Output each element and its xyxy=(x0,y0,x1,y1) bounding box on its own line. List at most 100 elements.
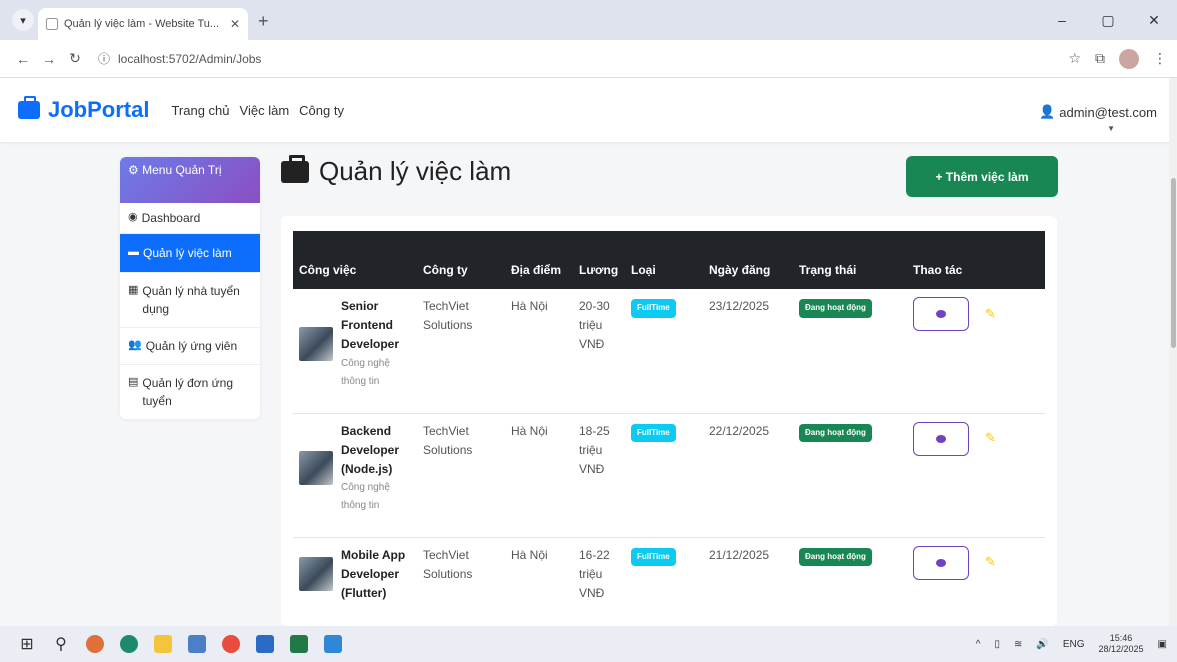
table-row: Backend Developer (Node.js) Công nghệ thô… xyxy=(293,413,1045,537)
table-row: Senior Frontend Developer Công nghệ thông… xyxy=(293,289,1045,413)
battery-icon[interactable]: ▯ xyxy=(994,639,1000,650)
job-location: Hà Nội xyxy=(511,299,548,313)
col-salary: Lương xyxy=(579,263,619,277)
network-icon[interactable]: ≋ xyxy=(1014,639,1022,650)
sidebar-item-label: Quản lý việc làm xyxy=(143,246,232,260)
new-tab-icon[interactable]: + xyxy=(258,11,269,32)
bookmark-star-icon[interactable]: ☆ xyxy=(1068,50,1081,67)
excel-icon[interactable] xyxy=(282,626,316,662)
user-email: admin@test.com xyxy=(1059,104,1157,120)
eye-icon xyxy=(936,558,946,567)
sidebar-item-applications[interactable]: ▤ Quản lý đơn ứng tuyển xyxy=(120,365,260,419)
site-info-icon[interactable]: ⓘ xyxy=(98,50,110,67)
notification-icon[interactable]: ▣ xyxy=(1158,639,1167,650)
page-title: Quản lý việc làm xyxy=(281,154,512,187)
main-nav: Trang chủ Việc làm Công ty xyxy=(171,103,344,118)
col-location: Địa điểm xyxy=(511,263,562,277)
tachometer-icon: ◉ xyxy=(128,211,138,223)
windows-start-icon[interactable]: ⊞ xyxy=(10,626,44,662)
job-type-badge: FullTime xyxy=(631,547,676,567)
extensions-icon[interactable]: ⧉ xyxy=(1095,50,1105,67)
sidebar-item-label: Quản lý nhà tuyển dụng xyxy=(142,284,240,316)
volume-icon[interactable]: 🔊 xyxy=(1036,639,1048,650)
url-field[interactable]: ⓘ localhost:5702/Admin/Jobs xyxy=(98,45,1068,73)
photos-icon[interactable] xyxy=(180,626,214,662)
close-window-icon[interactable]: ✕ xyxy=(1131,0,1177,40)
clock-time: 15:46 xyxy=(1109,633,1133,644)
view-button[interactable] xyxy=(913,545,969,580)
users-icon: 👥 xyxy=(128,339,142,351)
page-title-text: Quản lý việc làm xyxy=(319,156,512,186)
job-date: 22/12/2025 xyxy=(709,423,770,438)
file-icon: ▤ xyxy=(128,376,139,388)
back-icon[interactable]: ← xyxy=(10,51,36,67)
chevron-up-icon[interactable]: ^ xyxy=(976,639,981,650)
job-category: Công nghệ thông tin xyxy=(341,482,390,512)
jobs-table-card: Công việc Công ty Địa điểm Lương Loại Ng… xyxy=(281,216,1057,626)
job-company: TechViet Solutions xyxy=(423,423,473,457)
sidebar-item-jobs[interactable]: ▬ Quản lý việc làm xyxy=(120,234,260,273)
browser-menu-icon[interactable]: ⋮ xyxy=(1153,50,1167,67)
user-dropdown-caret-icon[interactable]: ▼ xyxy=(1107,124,1115,133)
brand-logo[interactable]: JobPortal xyxy=(18,96,149,123)
eye-icon xyxy=(936,434,946,443)
edit-icon[interactable]: ✎ xyxy=(985,304,996,325)
favicon-icon xyxy=(46,18,58,30)
search-icon[interactable]: ⚲ xyxy=(44,626,78,662)
nav-home[interactable]: Trang chủ xyxy=(171,103,229,118)
language-indicator[interactable]: ENG xyxy=(1063,639,1085,650)
minimize-icon[interactable]: – xyxy=(1039,0,1085,40)
admin-sidebar: ⚙ Menu Quản Trị ◉ Dashboard ▬ Quản lý vi… xyxy=(120,157,260,419)
job-location: Hà Nội xyxy=(511,423,548,438)
clock[interactable]: 15:46 28/12/2025 xyxy=(1099,633,1144,655)
reload-icon[interactable]: ↻ xyxy=(62,50,88,67)
status-badge: Đang hoạt động xyxy=(799,547,872,567)
page-scrollbar[interactable] xyxy=(1169,78,1177,626)
col-company: Công ty xyxy=(423,263,468,277)
forward-icon[interactable]: → xyxy=(36,51,62,67)
jobs-table: Công việc Công ty Địa điểm Lương Loại Ng… xyxy=(293,231,1045,626)
edit-icon[interactable]: ✎ xyxy=(985,552,996,573)
job-thumbnail xyxy=(299,451,333,486)
sidebar-item-label: Quản lý ứng viên xyxy=(145,339,238,353)
status-badge: Đang hoạt động xyxy=(799,299,872,318)
building-icon: ▦ xyxy=(128,284,139,296)
status-badge: Đang hoạt động xyxy=(799,423,872,443)
job-category: Công nghệ thông tin xyxy=(341,357,390,387)
store-icon[interactable] xyxy=(248,626,282,662)
sidebar-item-employers[interactable]: ▦ Quản lý nhà tuyển dụng xyxy=(120,273,260,328)
job-title[interactable]: Senior Frontend Developer xyxy=(341,297,411,355)
job-thumbnail xyxy=(299,557,333,592)
job-salary: 20-30 triệu VNĐ xyxy=(579,299,610,352)
add-job-button[interactable]: + Thêm việc làm xyxy=(906,156,1058,197)
sidebar-item-label: Quản lý đơn ứng tuyển xyxy=(142,376,234,408)
nav-companies[interactable]: Công ty xyxy=(299,103,344,118)
profile-avatar[interactable] xyxy=(1119,48,1139,69)
user-menu[interactable]: 👤 admin@test.com xyxy=(1039,104,1157,120)
edge-icon[interactable] xyxy=(112,626,146,662)
job-salary: 18-25 triệu VNĐ xyxy=(579,423,610,476)
view-button[interactable] xyxy=(913,297,969,331)
chrome-icon[interactable] xyxy=(214,626,248,662)
scrollbar-thumb[interactable] xyxy=(1171,178,1176,348)
tab-close-icon[interactable]: ✕ xyxy=(230,17,240,31)
sidebar-item-dashboard[interactable]: ◉ Dashboard xyxy=(120,203,260,234)
nav-jobs[interactable]: Việc làm xyxy=(240,103,290,118)
job-title[interactable]: Backend Developer (Node.js) xyxy=(341,422,411,480)
job-title[interactable]: Mobile App Developer (Flutter) xyxy=(341,546,411,604)
vscode-icon[interactable] xyxy=(316,626,350,662)
job-date: 21/12/2025 xyxy=(709,547,770,562)
tab-search-icon[interactable]: ▾ xyxy=(12,9,34,31)
copilot-icon[interactable] xyxy=(78,626,112,662)
maximize-icon[interactable]: ▢ xyxy=(1085,0,1131,40)
system-tray: ^ ▯ ≋ 🔊 ENG 15:46 28/12/2025 ▣ xyxy=(976,626,1167,662)
sidebar-item-candidates[interactable]: 👥 Quản lý ứng viên xyxy=(120,328,260,365)
job-thumbnail xyxy=(299,326,333,361)
clock-date: 28/12/2025 xyxy=(1098,644,1144,654)
view-button[interactable] xyxy=(913,421,969,456)
address-bar: ← → ↻ ⓘ localhost:5702/Admin/Jobs ☆ ⧉ ⋮ xyxy=(0,40,1177,78)
col-date: Ngày đăng xyxy=(709,263,771,277)
browser-tab[interactable]: Quản lý việc làm - Website Tu... ✕ xyxy=(38,8,248,40)
file-explorer-icon[interactable] xyxy=(146,626,180,662)
edit-icon[interactable]: ✎ xyxy=(985,428,996,449)
